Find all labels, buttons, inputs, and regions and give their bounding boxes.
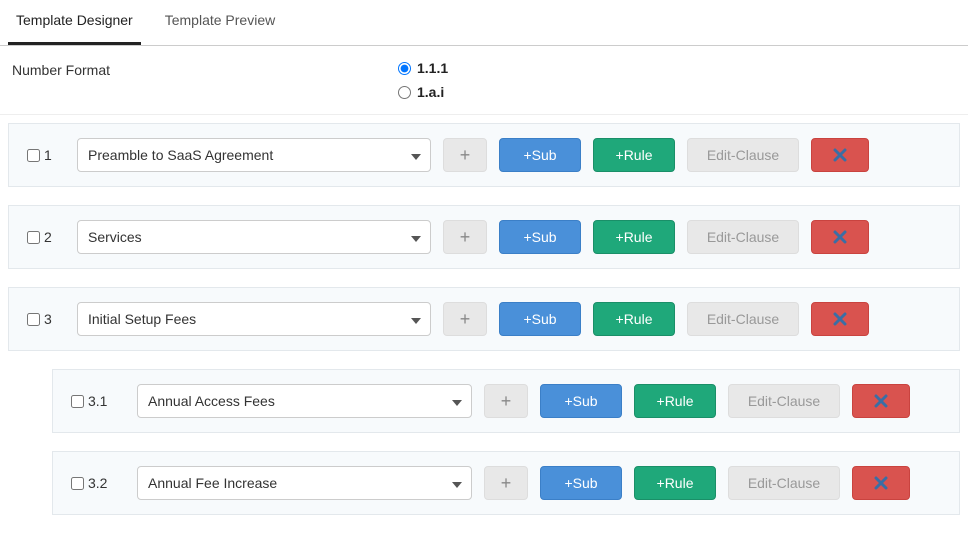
delete-button[interactable] xyxy=(852,384,910,418)
edit-clause-button[interactable]: Edit-Clause xyxy=(687,138,799,172)
number-format-option-label: 1.a.i xyxy=(417,84,444,100)
add-button[interactable]: + xyxy=(443,138,487,172)
add-sub-button[interactable]: +Sub xyxy=(540,466,622,500)
clause-row: 3 + +Sub +Rule Edit-Clause xyxy=(8,287,960,351)
row-checkbox-number: 3.1 xyxy=(71,393,125,409)
row-checkbox-number: 1 xyxy=(27,147,65,163)
edit-clause-button[interactable]: Edit-Clause xyxy=(687,302,799,336)
clause-dropdown[interactable] xyxy=(137,466,472,500)
number-format-row: Number Format 1.1.1 1.a.i xyxy=(0,46,968,115)
row-checkbox[interactable] xyxy=(71,477,84,490)
add-button[interactable]: + xyxy=(443,302,487,336)
row-checkbox-number: 3.2 xyxy=(71,475,125,491)
close-icon xyxy=(833,148,847,162)
delete-button[interactable] xyxy=(852,466,910,500)
add-rule-button[interactable]: +Rule xyxy=(593,302,675,336)
clause-dropdown-value[interactable] xyxy=(77,302,431,336)
row-actions: + +Sub +Rule Edit-Clause xyxy=(443,302,869,336)
row-number: 3.2 xyxy=(88,475,107,491)
number-format-options: 1.1.1 1.a.i xyxy=(398,60,448,100)
clause-dropdown-value[interactable] xyxy=(137,384,472,418)
clause-dropdown[interactable] xyxy=(137,384,472,418)
edit-clause-button[interactable]: Edit-Clause xyxy=(728,384,840,418)
delete-button[interactable] xyxy=(811,302,869,336)
clause-row: 3.2 + +Sub +Rule Edit-Clause xyxy=(52,451,960,515)
add-rule-button[interactable]: +Rule xyxy=(593,220,675,254)
clause-dropdown-value[interactable] xyxy=(77,138,431,172)
add-sub-button[interactable]: +Sub xyxy=(540,384,622,418)
row-actions: + +Sub +Rule Edit-Clause xyxy=(443,220,869,254)
add-rule-button[interactable]: +Rule xyxy=(593,138,675,172)
number-format-option-numeric[interactable]: 1.1.1 xyxy=(398,60,448,76)
clause-dropdown-value[interactable] xyxy=(137,466,472,500)
tab-template-designer[interactable]: Template Designer xyxy=(8,0,141,45)
clause-dropdown[interactable] xyxy=(77,138,431,172)
close-icon xyxy=(874,476,888,490)
row-number: 3.1 xyxy=(88,393,107,409)
clause-dropdown-value[interactable] xyxy=(77,220,431,254)
row-number: 3 xyxy=(44,311,52,327)
add-rule-button[interactable]: +Rule xyxy=(634,384,716,418)
radio-numeric[interactable] xyxy=(398,62,411,75)
radio-alpha[interactable] xyxy=(398,86,411,99)
edit-clause-button[interactable]: Edit-Clause xyxy=(728,466,840,500)
row-checkbox-number: 3 xyxy=(27,311,65,327)
tab-template-preview[interactable]: Template Preview xyxy=(157,0,284,45)
clause-dropdown[interactable] xyxy=(77,220,431,254)
add-sub-button[interactable]: +Sub xyxy=(499,220,581,254)
row-actions: + +Sub +Rule Edit-Clause xyxy=(484,466,910,500)
row-checkbox[interactable] xyxy=(27,149,40,162)
clause-list: 1 + +Sub +Rule Edit-Clause 2 xyxy=(0,115,968,541)
clause-row: 2 + +Sub +Rule Edit-Clause xyxy=(8,205,960,269)
add-button[interactable]: + xyxy=(484,384,528,418)
number-format-option-label: 1.1.1 xyxy=(417,60,448,76)
add-sub-button[interactable]: +Sub xyxy=(499,302,581,336)
number-format-option-alpha[interactable]: 1.a.i xyxy=(398,84,448,100)
close-icon xyxy=(833,230,847,244)
delete-button[interactable] xyxy=(811,138,869,172)
row-checkbox-number: 2 xyxy=(27,229,65,245)
row-checkbox[interactable] xyxy=(71,395,84,408)
close-icon xyxy=(833,312,847,326)
row-actions: + +Sub +Rule Edit-Clause xyxy=(484,384,910,418)
add-rule-button[interactable]: +Rule xyxy=(634,466,716,500)
number-format-label: Number Format xyxy=(8,60,398,78)
clause-dropdown[interactable] xyxy=(77,302,431,336)
add-button[interactable]: + xyxy=(484,466,528,500)
clause-row: 3.1 + +Sub +Rule Edit-Clause xyxy=(52,369,960,433)
row-actions: + +Sub +Rule Edit-Clause xyxy=(443,138,869,172)
edit-clause-button[interactable]: Edit-Clause xyxy=(687,220,799,254)
tab-bar: Template Designer Template Preview xyxy=(0,0,968,46)
row-checkbox[interactable] xyxy=(27,313,40,326)
add-button[interactable]: + xyxy=(443,220,487,254)
row-number: 1 xyxy=(44,147,52,163)
row-checkbox[interactable] xyxy=(27,231,40,244)
close-icon xyxy=(874,394,888,408)
clause-row: 1 + +Sub +Rule Edit-Clause xyxy=(8,123,960,187)
delete-button[interactable] xyxy=(811,220,869,254)
row-number: 2 xyxy=(44,229,52,245)
add-sub-button[interactable]: +Sub xyxy=(499,138,581,172)
